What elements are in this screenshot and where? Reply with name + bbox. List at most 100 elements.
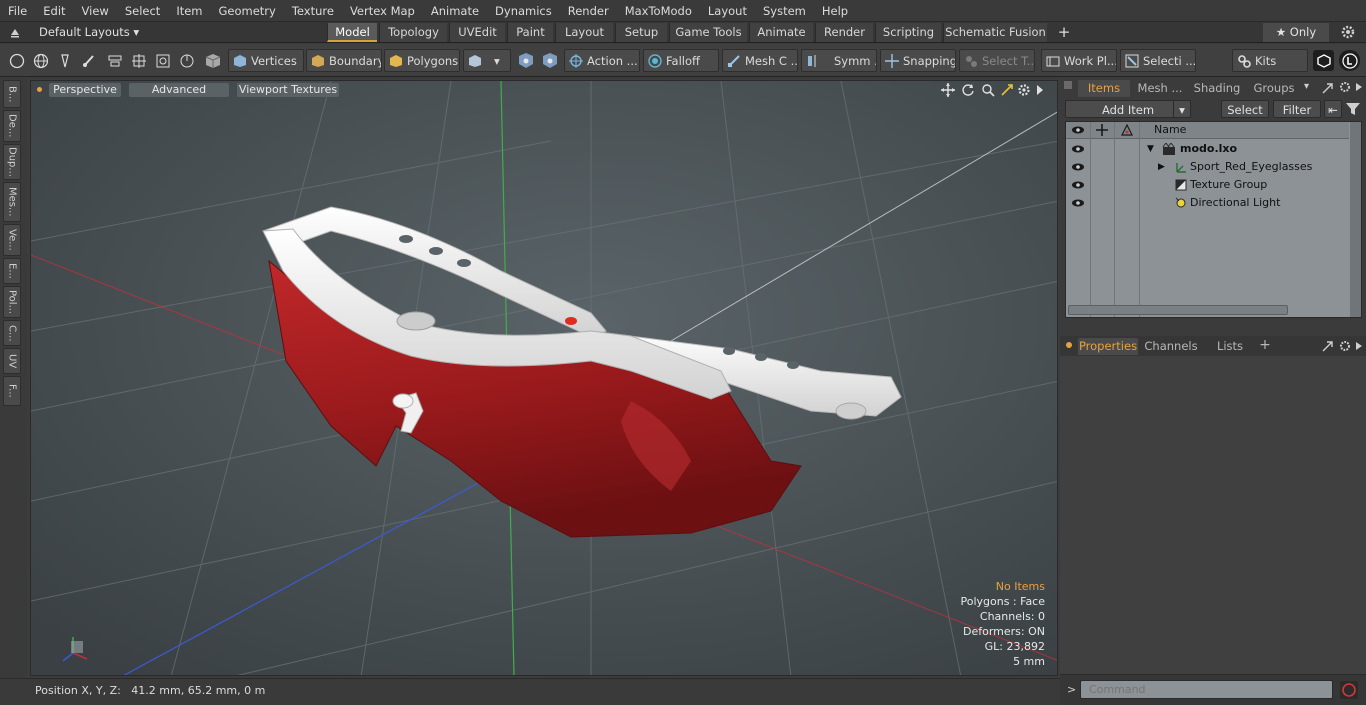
tab-schematic-fusion[interactable]: Schematic Fusion bbox=[943, 23, 1047, 42]
menu-animate[interactable]: Animate bbox=[423, 4, 487, 18]
menu-maxtomodo[interactable]: MaxToModo bbox=[617, 4, 700, 18]
left-tab-curve[interactable]: C... bbox=[3, 320, 21, 346]
pen-icon[interactable] bbox=[54, 50, 75, 71]
funnel-filter-icon[interactable] bbox=[1345, 101, 1361, 117]
tab-layout[interactable]: Layout bbox=[555, 23, 613, 42]
layouts-dropdown[interactable]: Default Layouts ▾ bbox=[39, 25, 139, 40]
panel-gear-icon[interactable] bbox=[1339, 81, 1351, 93]
item-list-vertical-scrollbar[interactable] bbox=[1350, 122, 1361, 317]
tab-channels[interactable]: Channels bbox=[1142, 338, 1200, 355]
list-item[interactable]: ▼ modo.lxo bbox=[1066, 140, 1349, 158]
tab-animate[interactable]: Animate bbox=[749, 23, 813, 42]
tab-topology[interactable]: Topology bbox=[379, 23, 447, 42]
tabs-more-chevron-icon[interactable]: ▾ bbox=[1304, 81, 1314, 95]
align-icon[interactable] bbox=[104, 50, 125, 71]
viewport-settings-gear-icon[interactable] bbox=[1017, 83, 1031, 97]
collapse-list-icon[interactable]: ⇤ bbox=[1324, 100, 1342, 118]
tab-uvedit[interactable]: UVEdit bbox=[449, 23, 505, 42]
tab-properties[interactable]: Properties bbox=[1078, 338, 1138, 355]
props-panel-arrow-icon[interactable] bbox=[1354, 341, 1364, 351]
zoom-view-icon[interactable] bbox=[981, 83, 995, 97]
panel-expand-icon[interactable] bbox=[1321, 81, 1335, 95]
sym-left-icon[interactable] bbox=[515, 50, 536, 71]
fit-view-icon[interactable] bbox=[1000, 83, 1014, 97]
left-tab-basic[interactable]: B... bbox=[3, 80, 21, 108]
menu-help[interactable]: Help bbox=[814, 4, 856, 18]
props-panel-expand-icon[interactable] bbox=[1321, 339, 1335, 353]
brush-icon[interactable] bbox=[78, 50, 99, 71]
symmetry-button[interactable]: Symm ... bbox=[801, 49, 877, 72]
menu-render[interactable]: Render bbox=[560, 4, 617, 18]
advanced-dropdown[interactable]: Advanced bbox=[129, 83, 229, 97]
center-icon[interactable] bbox=[128, 50, 149, 71]
tab-shading[interactable]: Shading bbox=[1188, 80, 1246, 97]
menu-layout[interactable]: Layout bbox=[700, 4, 755, 18]
tab-lists[interactable]: Lists bbox=[1206, 338, 1254, 355]
menu-item[interactable]: Item bbox=[168, 4, 210, 18]
add-panel-tab-button[interactable]: + bbox=[1258, 337, 1272, 354]
tab-setup[interactable]: Setup bbox=[615, 23, 667, 42]
kits-button[interactable]: Kits bbox=[1232, 49, 1308, 72]
viewport-expand-arrow-icon[interactable] bbox=[1035, 84, 1045, 96]
tab-items[interactable]: Items bbox=[1078, 80, 1130, 97]
left-tab-fusion[interactable]: F... bbox=[3, 376, 21, 406]
menu-view[interactable]: View bbox=[74, 4, 117, 18]
command-record-icon[interactable] bbox=[1340, 681, 1358, 699]
list-item[interactable]: Texture Group bbox=[1066, 176, 1349, 194]
globe-icon[interactable] bbox=[30, 50, 51, 71]
menu-geometry[interactable]: Geometry bbox=[211, 4, 284, 18]
left-tab-polygon[interactable]: Pol... bbox=[3, 286, 21, 318]
left-tab-mesh-edit[interactable]: Mes... bbox=[3, 182, 21, 222]
move-view-icon[interactable] bbox=[941, 83, 955, 97]
tab-scripting[interactable]: Scripting bbox=[875, 23, 941, 42]
unity-icon[interactable] bbox=[1313, 50, 1334, 71]
tab-game-tools[interactable]: Game Tools bbox=[669, 23, 747, 42]
polygons-button[interactable]: Polygons bbox=[384, 49, 460, 72]
menu-file[interactable]: File bbox=[0, 4, 35, 18]
left-tab-duplicate[interactable]: Dup... bbox=[3, 144, 21, 180]
menu-dynamics[interactable]: Dynamics bbox=[487, 4, 560, 18]
add-tab-button[interactable]: + bbox=[1055, 23, 1073, 42]
sym-right-icon[interactable] bbox=[539, 50, 560, 71]
menu-texture[interactable]: Texture bbox=[284, 4, 342, 18]
lasso-icon[interactable] bbox=[176, 50, 197, 71]
selection-sets-button[interactable]: Selecti ... bbox=[1120, 49, 1196, 72]
list-item[interactable]: ▶ Sport_Red_Eyeglasses bbox=[1066, 158, 1349, 176]
gear-icon[interactable] bbox=[1340, 24, 1356, 40]
item-mode-icon[interactable] bbox=[202, 50, 223, 71]
layout-switch-icon[interactable] bbox=[8, 25, 22, 39]
select-through-button[interactable]: Select T... bbox=[959, 49, 1035, 72]
tab-paint[interactable]: Paint bbox=[507, 23, 553, 42]
viewport-textures-dropdown[interactable]: Viewport Textures bbox=[237, 83, 339, 97]
tab-mesh[interactable]: Mesh ... bbox=[1134, 80, 1186, 97]
filter-button[interactable]: Filter bbox=[1273, 100, 1321, 118]
eye-icon[interactable] bbox=[1071, 197, 1085, 215]
tab-render[interactable]: Render bbox=[815, 23, 873, 42]
action-center-button[interactable]: Action ... bbox=[564, 49, 640, 72]
work-plane-button[interactable]: Work Pl... bbox=[1041, 49, 1117, 72]
menu-select[interactable]: Select bbox=[117, 4, 168, 18]
box-select-icon[interactable] bbox=[152, 50, 173, 71]
tab-model[interactable]: Model bbox=[327, 23, 377, 42]
snapping-button[interactable]: Snapping bbox=[880, 49, 956, 72]
only-button[interactable]: ★ Only bbox=[1263, 23, 1329, 42]
material-mode-button[interactable]: ▾ bbox=[463, 49, 511, 72]
left-tab-vertex[interactable]: Ve... bbox=[3, 224, 21, 256]
viewport-3d[interactable]: Perspective Advanced Viewport Textures N… bbox=[30, 80, 1058, 676]
circle-select-icon[interactable] bbox=[6, 50, 27, 71]
left-tab-uv[interactable]: UV bbox=[3, 348, 21, 374]
left-tab-edge[interactable]: E... bbox=[3, 258, 21, 284]
boundary-button[interactable]: Boundary bbox=[306, 49, 382, 72]
rotate-view-icon[interactable] bbox=[961, 83, 975, 97]
vertices-button[interactable]: Vertices bbox=[228, 49, 304, 72]
item-list-horizontal-scrollbar[interactable] bbox=[1068, 305, 1288, 315]
expand-triangle-icon[interactable]: ▼ bbox=[1147, 140, 1154, 158]
unreal-icon[interactable] bbox=[1339, 50, 1360, 71]
mesh-constraint-button[interactable]: Mesh C ... bbox=[722, 49, 798, 72]
menu-system[interactable]: System bbox=[755, 4, 814, 18]
tab-groups[interactable]: Groups bbox=[1248, 80, 1300, 97]
expand-triangle-icon[interactable]: ▶ bbox=[1158, 158, 1165, 176]
panel-arrow-icon[interactable] bbox=[1354, 82, 1364, 92]
select-button[interactable]: Select bbox=[1221, 100, 1269, 118]
menu-edit[interactable]: Edit bbox=[35, 4, 73, 18]
